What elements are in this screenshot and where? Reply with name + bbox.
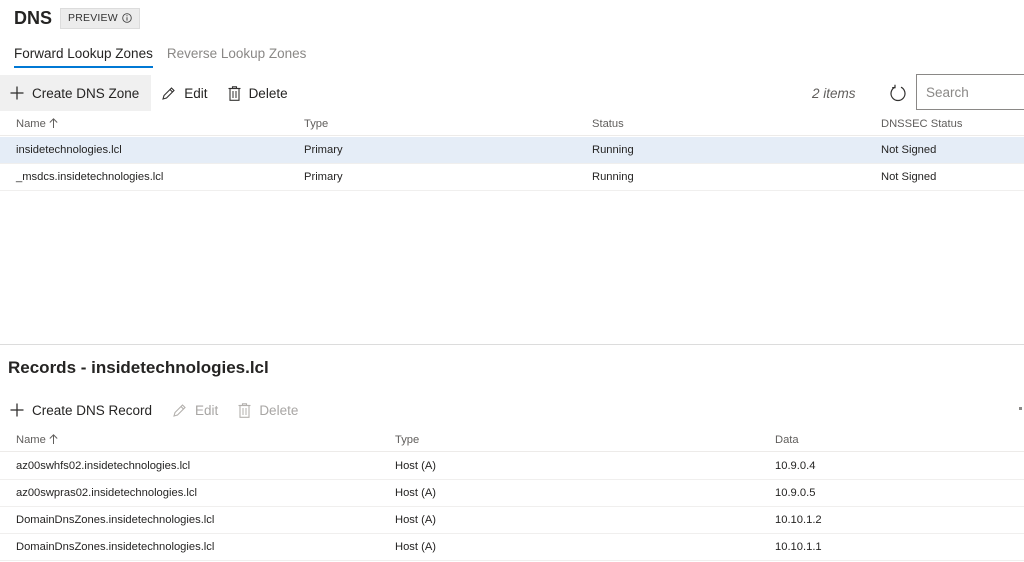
zone-status-cell: Running (592, 171, 634, 183)
zone-type-cell: Primary (304, 171, 343, 183)
sort-up-icon (49, 117, 58, 128)
delete-record-button[interactable]: Delete (228, 392, 308, 428)
column-header-type[interactable]: Type (304, 118, 328, 130)
record-data-cell: 10.9.0.5 (775, 487, 816, 499)
record-data-cell: 10.10.1.2 (775, 514, 822, 526)
edit-zone-button[interactable]: Edit (151, 75, 217, 111)
section-divider (0, 344, 1024, 345)
plus-icon (10, 86, 24, 100)
column-header-dnssec-status[interactable]: DNSSEC Status (881, 118, 962, 130)
table-row[interactable]: az00swpras02.insidetechnologies.lcl Host… (0, 480, 1024, 507)
column-header-name[interactable]: Name (16, 118, 58, 130)
table-row[interactable]: DomainDnsZones.insidetechnologies.lcl Ho… (0, 534, 1024, 561)
column-header-status[interactable]: Status (592, 118, 624, 130)
record-data-cell: 10.9.0.4 (775, 460, 816, 472)
preview-badge[interactable]: PREVIEW (60, 7, 140, 29)
table-row[interactable]: az00swhfs02.insidetechnologies.lcl Host … (0, 453, 1024, 480)
table-row[interactable]: DomainDnsZones.insidetechnologies.lcl Ho… (0, 507, 1024, 534)
zone-dnssec-cell: Not Signed (881, 144, 937, 156)
column-header-type[interactable]: Type (395, 434, 419, 446)
table-row[interactable]: insidetechnologies.lcl Primary Running N… (0, 137, 1024, 164)
edit-record-button[interactable]: Edit (162, 392, 228, 428)
tab-forward-lookup-zones[interactable]: Forward Lookup Zones (14, 46, 153, 68)
zones-grid-header: Name Type Status DNSSEC Status (0, 112, 1024, 136)
record-name-cell: DomainDnsZones.insidetechnologies.lcl (16, 514, 215, 526)
zone-name-cell: insidetechnologies.lcl (16, 144, 122, 156)
zone-status-cell: Running (592, 144, 634, 156)
scroll-indicator[interactable] (1019, 407, 1022, 410)
edit-zone-label: Edit (184, 85, 208, 101)
record-type-cell: Host (A) (395, 460, 437, 472)
page-header: DNS PREVIEW (14, 6, 140, 30)
zones-toolbar: Create DNS Zone Edit Delete (0, 75, 298, 111)
tab-reverse-lookup-zones[interactable]: Reverse Lookup Zones (167, 46, 307, 68)
info-icon (122, 13, 132, 23)
delete-zone-button[interactable]: Delete (218, 75, 298, 111)
edit-record-label: Edit (195, 402, 219, 418)
create-dns-zone-button[interactable]: Create DNS Zone (0, 75, 152, 111)
items-count: 2 items (812, 86, 856, 101)
delete-record-label: Delete (259, 402, 299, 418)
zone-name-cell: _msdcs.insidetechnologies.lcl (16, 171, 164, 183)
page-title: DNS (14, 7, 53, 28)
pencil-icon (162, 86, 176, 100)
record-name-cell: DomainDnsZones.insidetechnologies.lcl (16, 541, 215, 553)
delete-zone-label: Delete (248, 85, 288, 101)
record-type-cell: Host (A) (395, 541, 437, 553)
sort-up-icon (49, 433, 58, 444)
create-dns-record-label: Create DNS Record (32, 402, 153, 418)
record-type-cell: Host (A) (395, 487, 437, 499)
record-type-cell: Host (A) (395, 514, 437, 526)
create-dns-zone-label: Create DNS Zone (32, 85, 140, 101)
plus-icon (10, 403, 24, 417)
refresh-button[interactable] (887, 82, 909, 104)
column-header-data[interactable]: Data (775, 434, 799, 446)
pencil-icon (173, 403, 186, 417)
records-grid-header: Name Type Data (0, 428, 1024, 452)
records-section-title: Records - insidetechnologies.lcl (8, 358, 269, 377)
zone-type-cell: Primary (304, 144, 343, 156)
trash-icon (238, 402, 251, 418)
zone-dnssec-cell: Not Signed (881, 171, 937, 183)
refresh-icon (890, 84, 906, 102)
record-name-cell: az00swpras02.insidetechnologies.lcl (16, 487, 197, 499)
record-name-cell: az00swhfs02.insidetechnologies.lcl (16, 460, 191, 472)
record-data-cell: 10.10.1.1 (775, 541, 822, 553)
trash-icon (228, 85, 241, 101)
column-header-name[interactable]: Name (16, 434, 58, 446)
table-row[interactable]: _msdcs.insidetechnologies.lcl Primary Ru… (0, 164, 1024, 191)
create-dns-record-button[interactable]: Create DNS Record (0, 392, 162, 428)
search-input[interactable] (916, 74, 1024, 110)
records-toolbar: Create DNS Record Edit Delete (0, 392, 308, 428)
preview-badge-label: PREVIEW (68, 12, 118, 24)
zone-tabs: Forward Lookup Zones Reverse Lookup Zone… (14, 46, 320, 68)
